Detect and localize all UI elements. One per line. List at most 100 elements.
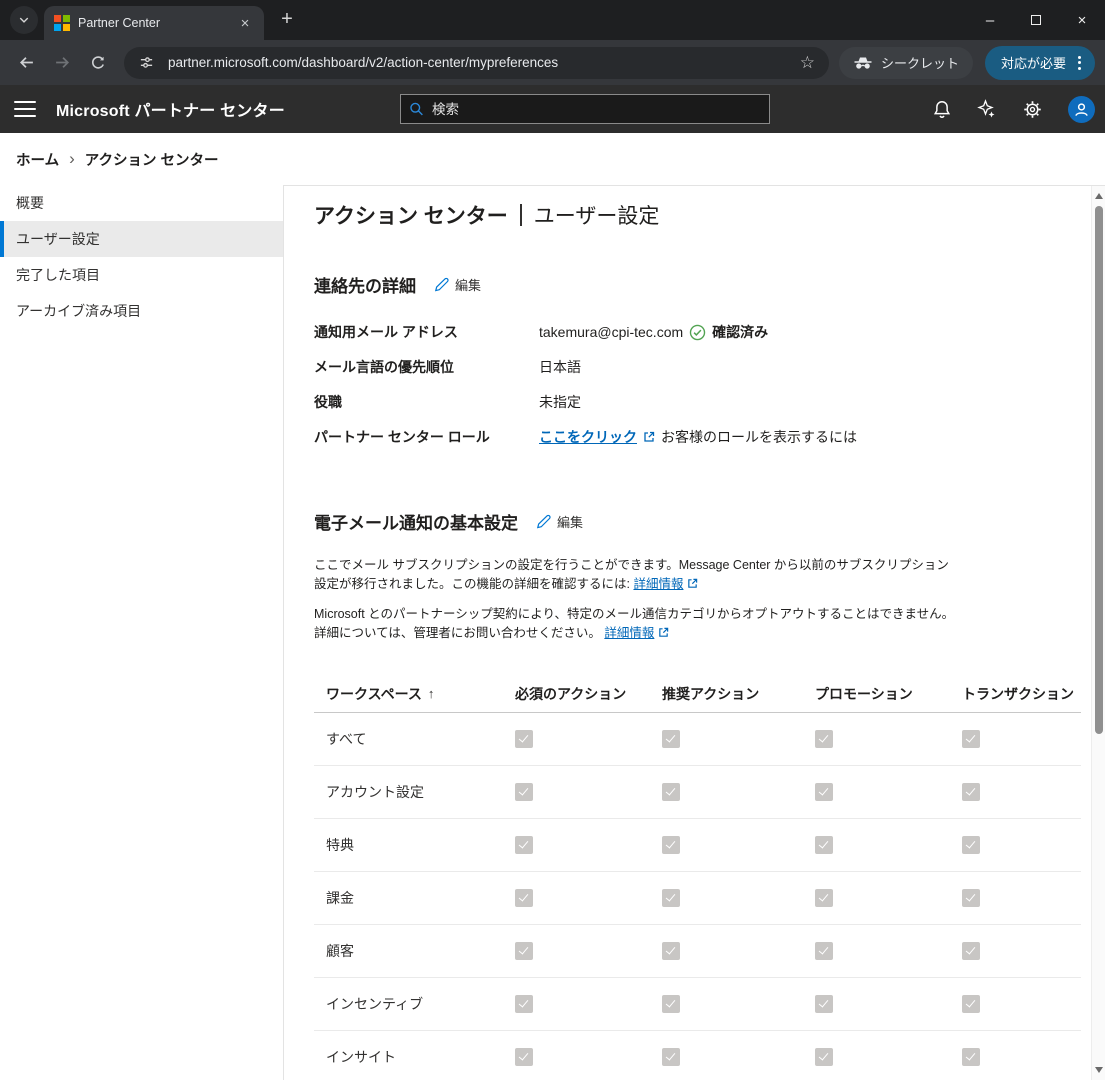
checkbox-cell (956, 730, 1081, 748)
subscription-checkbox[interactable] (515, 783, 533, 801)
subscription-checkbox[interactable] (962, 942, 980, 960)
field-value-text: takemura@cpi-tec.com (539, 324, 684, 340)
column-header-label: 推奨アクション (662, 685, 760, 702)
field-label: 役職 (314, 394, 342, 410)
checkbox-cell (809, 836, 956, 854)
subscription-checkbox[interactable] (662, 730, 680, 748)
subscription-checkbox[interactable] (662, 889, 680, 907)
subscription-checkbox[interactable] (962, 889, 980, 907)
url-text[interactable]: partner.microsoft.com/dashboard/v2/actio… (168, 55, 786, 70)
sidebar-item[interactable]: ユーザー設定 (0, 221, 283, 257)
browser-tab[interactable]: Partner Center × (44, 6, 264, 40)
checkbox-cell (509, 1048, 656, 1066)
subscription-checkbox[interactable] (515, 836, 533, 854)
learn-more-link-2[interactable]: 詳細情報 (604, 626, 654, 640)
checkbox-cell (809, 1048, 956, 1066)
checkbox-cell (509, 836, 656, 854)
subscription-checkbox[interactable] (515, 889, 533, 907)
notifications-bell-icon[interactable] (933, 100, 951, 119)
search-input[interactable] (431, 101, 761, 117)
maximize-icon (1031, 15, 1041, 25)
window-maximize-button[interactable] (1013, 0, 1059, 40)
subscription-checkbox[interactable] (962, 1048, 980, 1066)
column-header: 推奨アクション (656, 684, 809, 704)
window-close-button[interactable]: × (1059, 0, 1105, 40)
tab-close-icon[interactable]: × (236, 14, 254, 32)
subscription-checkbox[interactable] (815, 1048, 833, 1066)
sort-ascending-icon: ↑ (427, 686, 435, 701)
pencil-icon (434, 277, 449, 292)
subscription-checkbox[interactable] (962, 783, 980, 801)
subscription-checkbox[interactable] (815, 836, 833, 854)
forward-button[interactable] (46, 47, 78, 79)
workspace-name: 課金 (326, 890, 354, 906)
column-header-sortable[interactable]: ワークスペース ↑ (314, 684, 509, 704)
subscription-checkbox[interactable] (515, 942, 533, 960)
subscription-checkbox[interactable] (662, 942, 680, 960)
subscription-checkbox[interactable] (662, 995, 680, 1013)
back-arrow-icon (19, 57, 33, 68)
subscription-checkbox[interactable] (815, 783, 833, 801)
person-icon (1075, 102, 1088, 116)
page-title-primary: アクション センター (314, 205, 508, 228)
sidebar-item-label: 完了した項目 (16, 267, 100, 283)
back-button[interactable] (10, 47, 42, 79)
hamburger-menu-icon[interactable] (14, 101, 36, 117)
description-1-text: ここでメール サブスクリプションの設定を行うことができます。Message Ce… (314, 558, 949, 591)
user-avatar[interactable] (1068, 95, 1095, 123)
sidebar-item[interactable]: アーカイブ済み項目 (0, 293, 283, 329)
app-title: Microsoft パートナー センター (56, 103, 285, 120)
subscription-checkbox[interactable] (662, 1048, 680, 1066)
subscription-checkbox[interactable] (515, 730, 533, 748)
scrollbar-down-arrow[interactable] (1092, 1062, 1105, 1078)
column-header-label: プロモーション (815, 685, 913, 702)
subscription-checkbox[interactable] (815, 730, 833, 748)
incognito-label: シークレット (880, 56, 959, 71)
checkbox-cell (656, 995, 809, 1013)
subscription-checkbox[interactable] (962, 730, 980, 748)
workspace-name: インセンティブ (326, 996, 424, 1012)
subscription-checkbox[interactable] (662, 783, 680, 801)
bookmark-star-icon[interactable]: ☆ (796, 53, 819, 73)
contact-edit-button[interactable]: 編集 (434, 275, 481, 294)
search-icon (410, 102, 423, 116)
checkbox-cell (956, 889, 1081, 907)
subscription-checkbox[interactable] (815, 942, 833, 960)
subscription-checkbox[interactable] (515, 1048, 533, 1066)
pencil-icon (536, 514, 551, 529)
checkbox-cell (809, 730, 956, 748)
sidebar-item[interactable]: 完了した項目 (0, 257, 283, 293)
column-header: トランザクション (956, 684, 1081, 704)
window-minimize-button[interactable]: – (967, 0, 1013, 40)
site-settings-icon[interactable] (134, 51, 158, 75)
scrollbar-thumb[interactable] (1095, 206, 1103, 734)
email-prefs-edit-button[interactable]: 編集 (536, 512, 583, 531)
reload-button[interactable] (82, 47, 114, 79)
subscription-checkbox[interactable] (662, 836, 680, 854)
subscription-checkbox[interactable] (815, 889, 833, 907)
subscription-checkbox[interactable] (962, 995, 980, 1013)
subscription-checkbox[interactable] (815, 995, 833, 1013)
settings-gear-icon[interactable] (1023, 100, 1042, 119)
roles-link-suffix: お客様のロールを表示するには (661, 429, 857, 445)
breadcrumb: ホーム › アクション センター (0, 133, 1105, 185)
field-value-text: 日本語 (539, 359, 581, 375)
copilot-sparkle-icon[interactable] (977, 99, 997, 119)
browser-menu-icon[interactable] (1076, 54, 1083, 72)
sidebar-item[interactable]: 概要 (0, 185, 283, 221)
field-value: ここをクリック お客様のロールを表示するには (539, 427, 1065, 447)
roles-link[interactable]: ここをクリック (539, 427, 637, 447)
tab-search-button[interactable] (10, 6, 38, 34)
subscription-checkbox[interactable] (962, 836, 980, 854)
search-box[interactable] (400, 94, 770, 124)
checkbox-cell (956, 783, 1081, 801)
breadcrumb-home[interactable]: ホーム (16, 149, 59, 170)
learn-more-link-1[interactable]: 詳細情報 (633, 577, 683, 591)
address-bar[interactable]: partner.microsoft.com/dashboard/v2/actio… (124, 46, 829, 79)
checkbox-cell (956, 1048, 1081, 1066)
scrollbar-up-arrow[interactable] (1092, 188, 1105, 204)
new-tab-button[interactable]: + (274, 6, 300, 32)
profile-action-button[interactable]: 対応が必要 (984, 45, 1095, 80)
subscription-checkbox[interactable] (515, 995, 533, 1013)
content-scrollbar[interactable] (1091, 186, 1105, 1080)
